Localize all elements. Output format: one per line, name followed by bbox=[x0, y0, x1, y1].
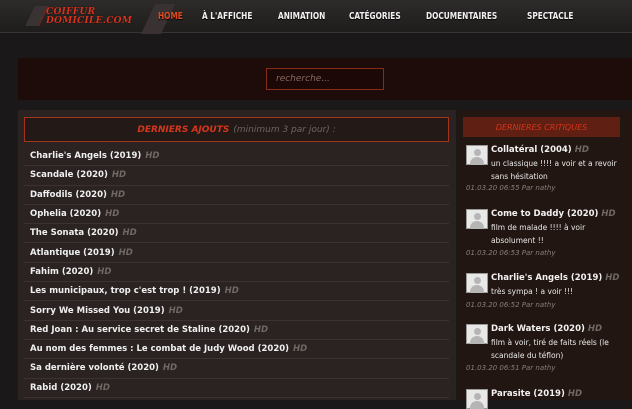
list-item[interactable]: The Sonata (2020) HD bbox=[24, 224, 449, 244]
list-item[interactable]: Ophelia (2020) HD bbox=[24, 205, 449, 225]
list-item[interactable]: Charlie's Angels (2019) HD bbox=[24, 147, 449, 167]
list-item[interactable]: Daffodils (2020) HD bbox=[24, 186, 449, 205]
quality-badge: HD bbox=[605, 273, 620, 283]
movie-title-link[interactable]: Daffodils (2020) bbox=[30, 190, 107, 200]
critique-movie-link[interactable]: Collatéral (2004) HD bbox=[491, 145, 589, 155]
nav-a-l-affiche[interactable]: À L'AFFICHE bbox=[202, 11, 252, 22]
quality-badge: HD bbox=[145, 151, 160, 162]
quality-badge: HD bbox=[118, 247, 133, 258]
list-item[interactable]: Rabid (2020) HD bbox=[24, 379, 449, 398]
quality-badge: HD bbox=[253, 324, 269, 335]
critique-text: très sympa ! a voir !!! bbox=[491, 287, 574, 296]
quality-badge: HD bbox=[97, 266, 112, 277]
critique-movie-link[interactable]: Parasite (2019) HD bbox=[491, 389, 582, 399]
latest-subtitle: (minimum 3 par jour) : bbox=[233, 124, 336, 135]
critique-meta: 01.03.20 06:52 Par nathy bbox=[466, 301, 556, 309]
movie-title-link[interactable]: Sa dernière volonté (2020) bbox=[30, 363, 159, 373]
quality-badge: HD bbox=[587, 324, 603, 334]
quality-badge: HD bbox=[168, 305, 183, 316]
movie-title-link[interactable]: Red Joan : Au service secret de Staline … bbox=[30, 325, 250, 335]
list-item[interactable]: Les municipaux, trop c'est trop ! (2019)… bbox=[24, 282, 449, 302]
quality-badge: HD bbox=[95, 382, 110, 393]
critique-meta: 01.03.20 06:51 Par nathy bbox=[466, 364, 556, 372]
critique-text: film de malade !!!! à voir absolument !! bbox=[491, 223, 586, 245]
critique-movie-title[interactable]: Come to Daddy (2020) bbox=[491, 209, 598, 219]
list-item[interactable]: Scandale (2020) HD bbox=[24, 166, 449, 186]
quality-badge: HD bbox=[105, 209, 120, 220]
user-avatar-icon bbox=[466, 324, 488, 344]
nav-documentaires[interactable]: DOCUMENTAIRES bbox=[426, 11, 497, 22]
quality-badge: HD bbox=[122, 228, 137, 239]
movie-title-link[interactable]: Ophelia (2020) bbox=[30, 209, 101, 219]
movie-title-link[interactable]: Charlie's Angels (2019) bbox=[30, 151, 141, 161]
list-item[interactable]: Red Joan : Au service secret de Staline … bbox=[24, 321, 449, 340]
critique-text: film à voir, tiré de faits réels (le sca… bbox=[491, 338, 609, 360]
latest-additions-list: Charlie's Angels (2019) HD Scandale (2020… bbox=[24, 147, 449, 398]
nav-categories[interactable]: CATÉGORIES bbox=[349, 11, 401, 22]
critique-movie-title[interactable]: Charlie's Angels (2019) bbox=[491, 273, 602, 283]
critique-movie-link[interactable]: Come to Daddy (2020) HD bbox=[491, 209, 616, 219]
critique-text: un classique !!!! a voir et a revoir san… bbox=[491, 159, 617, 181]
latest-additions-header: DERNIERS AJOUTS (minimum 3 par jour) : bbox=[24, 117, 449, 142]
movie-title-link[interactable]: Rabid (2020) bbox=[30, 383, 92, 393]
movie-title-link[interactable]: Au nom des femmes : Le combat de Judy Wo… bbox=[30, 344, 289, 354]
site-logo[interactable]: COIFFUR DOMICILE.COM bbox=[25, 4, 175, 34]
user-avatar-icon bbox=[466, 273, 488, 293]
critique-movie-title[interactable]: Parasite (2019) bbox=[491, 389, 565, 399]
top-navigation-bar: COIFFUR DOMICILE.COM HOME À L'AFFICHE AN… bbox=[0, 0, 632, 34]
nav-spectacle[interactable]: SPECTACLE bbox=[527, 11, 573, 22]
movie-title-link[interactable]: The Sonata (2020) bbox=[30, 228, 119, 238]
list-item[interactable]: Sa dernière volonté (2020) HD bbox=[24, 359, 449, 379]
logo-line-2: DOMICILE.COM bbox=[46, 16, 133, 26]
quality-badge: HD bbox=[224, 286, 239, 297]
user-avatar-icon bbox=[466, 209, 488, 229]
list-item[interactable]: Sorry We Missed You (2019) HD bbox=[24, 301, 449, 321]
quality-badge: HD bbox=[162, 363, 178, 374]
movie-title-link[interactable]: Atlantique (2019) bbox=[30, 248, 115, 258]
user-avatar-icon bbox=[466, 145, 488, 165]
list-item[interactable]: Au nom des femmes : Le combat de Judy Wo… bbox=[24, 340, 449, 360]
latest-critiques-header: DERNIERES CRITIQUES bbox=[463, 117, 620, 137]
quality-badge: HD bbox=[574, 145, 589, 155]
critique-movie-title[interactable]: Dark Waters (2020) bbox=[491, 324, 585, 334]
movie-title-link[interactable]: Sorry We Missed You (2019) bbox=[30, 306, 165, 316]
nav-home[interactable]: HOME bbox=[158, 11, 183, 22]
critique-movie-link[interactable]: Dark Waters (2020) HD bbox=[491, 324, 602, 334]
quality-badge: HD bbox=[567, 389, 583, 399]
search-input[interactable] bbox=[266, 68, 384, 90]
critique-movie-link[interactable]: Charlie's Angels (2019) HD bbox=[491, 273, 619, 283]
quality-badge: HD bbox=[110, 189, 126, 200]
movie-title-link[interactable]: Fahim (2020) bbox=[30, 267, 93, 277]
list-item[interactable]: Fahim (2020) HD bbox=[24, 263, 449, 283]
critique-movie-title[interactable]: Collatéral (2004) bbox=[491, 145, 572, 155]
quality-badge: HD bbox=[293, 344, 308, 355]
movie-title-link[interactable]: Les municipaux, trop c'est trop ! (2019) bbox=[30, 286, 221, 296]
quality-badge: HD bbox=[601, 209, 616, 219]
latest-title: DERNIERS AJOUTS bbox=[137, 124, 230, 135]
quality-badge: HD bbox=[111, 170, 127, 181]
main-menu: HOME À L'AFFICHE ANIMATION CATÉGORIES DO… bbox=[158, 0, 598, 33]
user-avatar-icon bbox=[466, 389, 488, 409]
nav-animation[interactable]: ANIMATION bbox=[278, 11, 325, 22]
critique-meta: 01.03.20 06:55 Par nathy bbox=[466, 184, 556, 192]
critique-meta: 01.03.20 06:53 Par nathy bbox=[466, 249, 556, 257]
list-item[interactable]: Atlantique (2019) HD bbox=[24, 243, 449, 263]
movie-title-link[interactable]: Scandale (2020) bbox=[30, 170, 108, 180]
